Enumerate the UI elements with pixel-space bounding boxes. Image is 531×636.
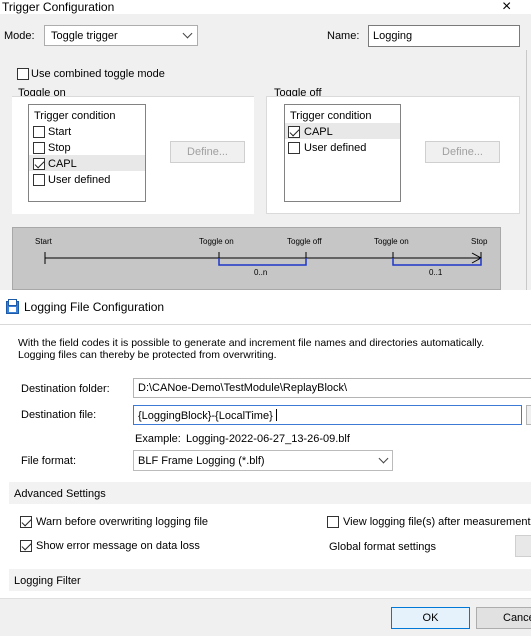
global-format-button[interactable] xyxy=(515,535,531,557)
view-logging-label: View logging file(s) after measurement s… xyxy=(343,516,531,528)
timeline-panel: Start Toggle on Toggle off Toggle on Sto… xyxy=(12,227,501,290)
text-cursor xyxy=(275,409,277,421)
timeline-toggle-on-2-label: Toggle on xyxy=(374,237,409,246)
toggle-off-user-label: User defined xyxy=(304,142,367,154)
toggle-on-stop-label: Stop xyxy=(48,142,71,154)
toggle-on-user-checkbox[interactable] xyxy=(33,174,45,186)
ok-button[interactable]: OK xyxy=(391,607,470,629)
name-input[interactable]: Logging xyxy=(368,25,520,47)
toggle-off-capl-checkbox[interactable] xyxy=(288,126,300,138)
toggle-on-capl-checkbox[interactable] xyxy=(33,158,45,170)
timeline-toggle-on-1-label: Toggle on xyxy=(199,237,234,246)
cancel-button[interactable]: Cance xyxy=(476,607,531,629)
logging-filter-header[interactable] xyxy=(9,569,531,591)
info-line-2: Logging files can thereby be protected f… xyxy=(18,349,277,361)
toggle-on-define-button[interactable]: Define... xyxy=(170,141,245,163)
toggle-on-start-label: Start xyxy=(48,126,72,138)
file-format-label: File format: xyxy=(21,455,77,467)
show-error-checkbox[interactable] xyxy=(20,540,32,552)
advanced-settings-title: Advanced Settings xyxy=(14,488,106,500)
toggle-on-capl-label: CAPL xyxy=(48,158,77,170)
logging-filter-title: Logging Filter xyxy=(14,575,81,587)
chevron-down-icon xyxy=(182,28,193,39)
title-divider xyxy=(0,324,531,325)
name-input-value: Logging xyxy=(373,30,413,42)
dest-file-value: {LoggingBlock}-{LocalTime} xyxy=(138,410,273,422)
file-format-value: BLF Frame Logging (*.blf) xyxy=(138,455,265,467)
timeline-range-2: 0..1 xyxy=(429,268,443,277)
logging-dialog: Logging File Configuration With the fiel… xyxy=(0,290,531,636)
toggle-on-list[interactable]: Trigger condition xyxy=(28,104,146,202)
name-label: Name: xyxy=(327,30,360,42)
global-format-label: Global format settings xyxy=(329,541,436,553)
mode-dropdown[interactable]: Toggle trigger xyxy=(44,25,198,46)
dest-file-input[interactable]: {LoggingBlock}-{LocalTime} xyxy=(133,405,522,425)
warn-overwrite-label: Warn before overwriting logging file xyxy=(36,516,209,528)
example-value: Logging-2022-06-27_13-26-09.blf xyxy=(186,433,350,445)
trigger-dialog: Trigger Configuration × Mode: Toggle tri… xyxy=(0,0,531,290)
logging-dialog-title: Logging File Configuration xyxy=(24,300,165,314)
combined-toggle-label: Use combined toggle mode xyxy=(31,68,165,80)
timeline-toggle-off-label: Toggle off xyxy=(287,237,322,246)
show-error-label: Show error message on data loss xyxy=(36,540,200,552)
toggle-on-stop-checkbox[interactable] xyxy=(33,142,45,154)
timeline-diagram xyxy=(44,252,483,266)
dest-folder-value: D:\CANoe-Demo\TestModule\ReplayBlock\ xyxy=(138,382,348,394)
combined-toggle-checkbox[interactable] xyxy=(17,68,29,80)
toggle-on-capl-row[interactable] xyxy=(29,155,145,171)
file-format-dropdown[interactable]: BLF Frame Logging (*.blf) xyxy=(133,450,393,471)
right-edge-divider xyxy=(526,50,527,290)
toggle-off-header: Trigger condition xyxy=(290,110,372,122)
close-icon[interactable]: × xyxy=(502,0,511,16)
toggle-on-header: Trigger condition xyxy=(34,110,116,122)
toggle-on-start-checkbox[interactable] xyxy=(33,126,45,138)
dest-folder-input[interactable]: D:\CANoe-Demo\TestModule\ReplayBlock\ xyxy=(133,378,531,398)
toggle-off-capl-label: CAPL xyxy=(304,126,333,138)
cancel-button-label: Cance xyxy=(503,612,531,624)
dest-file-browse-button[interactable] xyxy=(526,405,531,425)
mode-label: Mode: xyxy=(4,30,35,42)
info-line-1: With the field codes it is possible to g… xyxy=(18,337,485,349)
warn-overwrite-checkbox[interactable] xyxy=(20,516,32,528)
dest-file-label: Destination file: xyxy=(21,409,97,421)
timeline-start-label: Start xyxy=(35,237,52,246)
toggle-off-define-button[interactable]: Define... xyxy=(425,141,500,163)
toggle-off-user-checkbox[interactable] xyxy=(288,142,300,154)
chevron-down-icon xyxy=(378,453,389,464)
timeline-range-1: 0..n xyxy=(254,268,268,277)
example-label: Example: xyxy=(135,433,181,445)
dest-folder-label: Destination folder: xyxy=(21,383,110,395)
toggle-off-capl-row[interactable] xyxy=(285,123,400,139)
view-logging-checkbox[interactable] xyxy=(327,516,339,528)
timeline-stop-label: Stop xyxy=(471,237,488,246)
toggle-on-user-label: User defined xyxy=(48,174,111,186)
mode-dropdown-value: Toggle trigger xyxy=(51,30,118,42)
trigger-dialog-title: Trigger Configuration xyxy=(2,0,115,14)
document-icon xyxy=(6,299,19,314)
